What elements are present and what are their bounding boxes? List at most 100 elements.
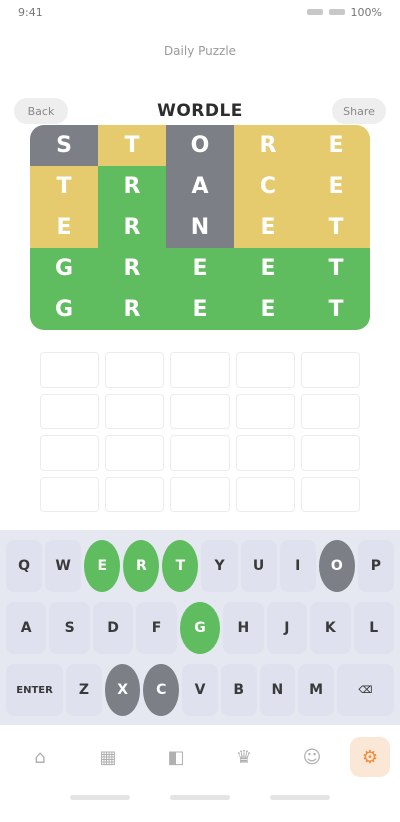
key-t[interactable]: T xyxy=(162,540,199,592)
bottom-nav: ⌂ ▦ ◧ ♛ ☺ ⚙ xyxy=(0,725,400,822)
home-indicator xyxy=(70,795,130,800)
empty-guess-cell xyxy=(235,393,295,429)
empty-guess-cell xyxy=(235,352,295,388)
key-l[interactable]: L xyxy=(353,602,394,654)
board-tile: E xyxy=(30,207,98,248)
board-tile: C xyxy=(234,166,302,207)
empty-guess-cell xyxy=(300,435,360,471)
board-tile: E xyxy=(234,248,302,289)
status-time: 9:41 xyxy=(18,5,43,19)
board-tile: T xyxy=(302,207,370,248)
key-m[interactable]: M xyxy=(298,664,334,716)
key-q[interactable]: Q xyxy=(6,540,43,592)
board-tile: T xyxy=(302,289,370,330)
keyboard-row-1: QWERTYUIOP xyxy=(6,540,394,592)
key-a[interactable]: A xyxy=(6,602,47,654)
empty-guess-cell xyxy=(40,352,100,388)
game-board: STORETRACEERNETGREETGREET xyxy=(30,125,370,330)
board-tile: T xyxy=(30,166,98,207)
key-f[interactable]: F xyxy=(136,602,177,654)
key-b[interactable]: B xyxy=(220,664,257,716)
board-tile: O xyxy=(166,125,234,166)
key-r[interactable]: R xyxy=(123,540,160,592)
signal-icon xyxy=(306,9,323,15)
board-tile: R xyxy=(234,125,302,166)
board-tile: R xyxy=(98,207,166,248)
board-tile: G xyxy=(30,248,98,289)
empty-guess-cell xyxy=(40,476,100,512)
user-icon[interactable]: ☺ xyxy=(292,737,332,777)
board-tile: T xyxy=(302,248,370,289)
settings-icon[interactable]: ⚙ xyxy=(350,737,390,777)
board-tile: G xyxy=(30,289,98,330)
empty-guess-cell xyxy=(170,393,230,429)
empty-guess-cell xyxy=(300,393,360,429)
key-x[interactable]: X xyxy=(104,664,141,716)
enter-key[interactable]: ENTER xyxy=(6,664,64,716)
key-z[interactable]: Z xyxy=(66,664,102,716)
empty-guess-cell xyxy=(40,435,100,471)
key-j[interactable]: J xyxy=(266,602,308,654)
board-tile: R xyxy=(98,248,166,289)
board-tile: R xyxy=(98,166,166,207)
home-indicator-3 xyxy=(270,795,330,800)
key-d[interactable]: D xyxy=(92,602,134,654)
backspace-key[interactable]: ⌫ xyxy=(336,664,394,716)
board-tile: E xyxy=(302,166,370,207)
keyboard-row-2: ASDFGHJKL xyxy=(6,602,394,654)
empty-guess-cell xyxy=(170,435,230,471)
key-v[interactable]: V xyxy=(182,664,218,716)
status-icons: 100% xyxy=(306,5,382,19)
key-o[interactable]: O xyxy=(318,540,355,592)
page-title: WORDLE xyxy=(157,101,243,121)
home-indicator-2 xyxy=(170,795,230,800)
key-i[interactable]: I xyxy=(279,540,316,592)
key-u[interactable]: U xyxy=(240,540,277,592)
board-tile: E xyxy=(302,125,370,166)
empty-guess-cell xyxy=(105,393,165,429)
key-y[interactable]: Y xyxy=(201,540,238,592)
board-tile: N xyxy=(166,207,234,248)
board-tile: A xyxy=(166,166,234,207)
board-tile: T xyxy=(98,125,166,166)
empty-guess-cell xyxy=(300,352,360,388)
key-c[interactable]: C xyxy=(143,664,180,716)
trophy-icon[interactable]: ♛ xyxy=(224,737,264,777)
board-tile: E xyxy=(166,289,234,330)
board-tile: E xyxy=(234,207,302,248)
wifi-icon xyxy=(328,9,345,15)
empty-guess-cell xyxy=(105,476,165,512)
keyboard: QWERTYUIOP ASDFGHJKL ENTER Z X C V B N M ⌫ xyxy=(0,530,400,725)
guess-grid-empty xyxy=(40,352,360,512)
key-s[interactable]: S xyxy=(49,602,90,654)
puzzle-icon[interactable]: ◧ xyxy=(156,737,196,777)
key-g[interactable]: G xyxy=(179,602,221,654)
board-tile: E xyxy=(234,289,302,330)
keyboard-row-3: ENTER Z X C V B N M ⌫ xyxy=(6,664,394,716)
chart-icon[interactable]: ▦ xyxy=(88,737,128,777)
empty-guess-cell xyxy=(170,352,230,388)
home-icon[interactable]: ⌂ xyxy=(20,737,60,777)
back-button[interactable]: Back xyxy=(14,98,68,124)
key-p[interactable]: P xyxy=(357,540,394,592)
empty-guess-cell xyxy=(40,393,100,429)
empty-guess-cell xyxy=(300,476,360,512)
share-button[interactable]: Share xyxy=(332,98,386,124)
board-tile: S xyxy=(30,125,98,166)
empty-guess-cell xyxy=(235,435,295,471)
key-e[interactable]: E xyxy=(84,540,121,592)
key-k[interactable]: K xyxy=(310,602,351,654)
board-tile: R xyxy=(98,289,166,330)
board-tile: E xyxy=(166,248,234,289)
empty-guess-cell xyxy=(105,435,165,471)
empty-guess-cell xyxy=(105,352,165,388)
empty-guess-cell xyxy=(235,476,295,512)
status-bar: 9:41 100% xyxy=(0,0,400,24)
empty-guess-cell xyxy=(170,476,230,512)
battery-label: 100% xyxy=(350,5,382,19)
key-h[interactable]: H xyxy=(223,602,264,654)
key-n[interactable]: N xyxy=(259,664,296,716)
key-w[interactable]: W xyxy=(45,540,82,592)
page-subtitle: Daily Puzzle xyxy=(163,44,237,58)
header: Daily Puzzle Back WORDLE Share xyxy=(0,28,400,128)
